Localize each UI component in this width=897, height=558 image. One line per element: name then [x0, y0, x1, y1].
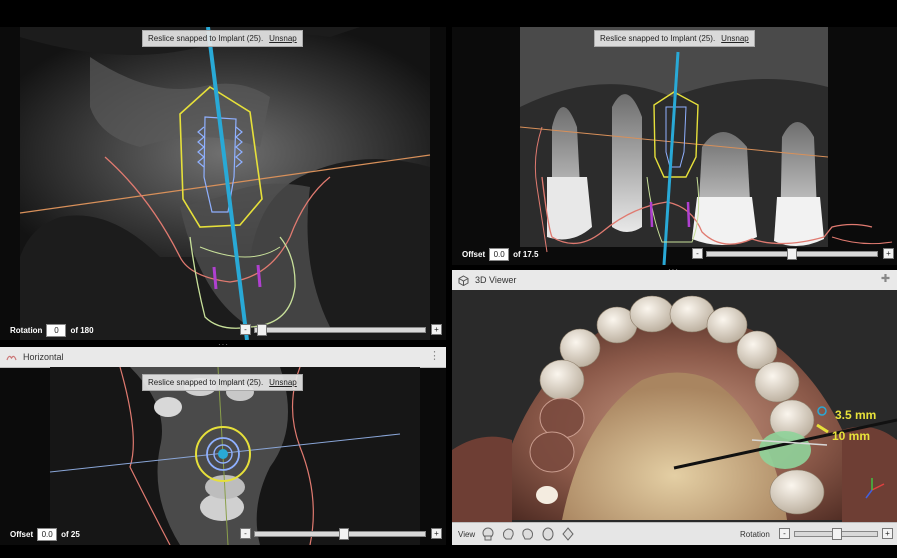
rotation-decrement-button[interactable]: - — [240, 324, 251, 335]
rotation-label: Rotation — [10, 325, 43, 335]
reslice-snap-banner-panoramic: Reslice snapped to Implant (25). Unsnap — [594, 30, 755, 47]
offset-max-label: of 17.5 — [513, 249, 539, 259]
offset-decrement-button-panoramic[interactable]: - — [692, 248, 703, 259]
horizontal-pane[interactable]: Horizontal ⋮ Reslice snapped to Implant … — [0, 347, 446, 545]
offset-label: Offset — [10, 529, 34, 539]
3d-jaw-render — [452, 290, 897, 525]
snap-banner-text: Reslice snapped to Implant (25). — [600, 34, 716, 43]
rotation-max-label: of 180 — [70, 325, 94, 335]
skull-top-icon[interactable] — [541, 527, 555, 541]
rotation-label-3d: Rotation — [740, 529, 770, 539]
offset-increment-button-horizontal[interactable]: + — [431, 528, 442, 539]
offset-slider-panoramic[interactable] — [706, 248, 878, 260]
cross-section-pane[interactable]: Reslice snapped to Implant (25). Unsnap … — [0, 27, 446, 340]
skull-back-icon[interactable] — [521, 527, 535, 541]
unsnap-link[interactable]: Unsnap — [269, 34, 297, 43]
skull-side-icon[interactable] — [501, 527, 515, 541]
offset-input-horizontal[interactable]: 0.0 — [37, 527, 58, 541]
rotation-decrement-button-3d[interactable]: - — [779, 528, 790, 539]
view-label: View — [458, 529, 476, 539]
offset-increment-button-panoramic[interactable]: + — [883, 248, 894, 259]
snap-banner-text: Reslice snapped to Implant (25). — [148, 34, 264, 43]
rotation-input[interactable]: 0 — [46, 323, 67, 337]
offset-decrement-button-horizontal[interactable]: - — [240, 528, 251, 539]
implant-length-label: 10 mm — [832, 429, 871, 443]
offset-slider-thumb[interactable] — [339, 528, 349, 540]
rotation-slider-thumb[interactable] — [257, 324, 267, 336]
rotation-increment-button-3d[interactable]: + — [882, 528, 893, 539]
rotation-slider[interactable] — [254, 324, 426, 336]
3d-viewer-pane[interactable]: 3D Viewer ✚ 3.5 mm 10 mm View Rotation -… — [452, 270, 897, 545]
panoramic-scan-image — [519, 27, 893, 265]
skull-bottom-icon[interactable] — [561, 527, 575, 541]
rotation-increment-button[interactable]: + — [431, 324, 442, 335]
skull-front-icon[interactable] — [481, 527, 495, 541]
offset-input-panoramic[interactable]: 0.0 — [489, 247, 510, 261]
offset-slider-horizontal[interactable] — [254, 528, 426, 540]
unsnap-link[interactable]: Unsnap — [269, 378, 297, 387]
unsnap-link[interactable]: Unsnap — [721, 34, 749, 43]
reslice-snap-banner-horizontal: Reslice snapped to Implant (25). Unsnap — [142, 374, 303, 391]
panoramic-pane[interactable]: Reslice snapped to Implant (25). Unsnap … — [452, 27, 897, 265]
offset-label: Offset — [462, 249, 486, 259]
offset-slider-thumb[interactable] — [787, 248, 797, 260]
cross-section-scan-image — [19, 27, 431, 340]
rotation-slider-thumb-3d[interactable] — [832, 528, 842, 540]
rotation-slider-3d[interactable] — [794, 528, 878, 540]
snap-banner-text: Reslice snapped to Implant (25). — [148, 378, 264, 387]
offset-max-label: of 25 — [61, 529, 80, 539]
implant-diameter-label: 3.5 mm — [835, 408, 877, 422]
reslice-snap-banner: Reslice snapped to Implant (25). Unsnap — [142, 30, 303, 47]
